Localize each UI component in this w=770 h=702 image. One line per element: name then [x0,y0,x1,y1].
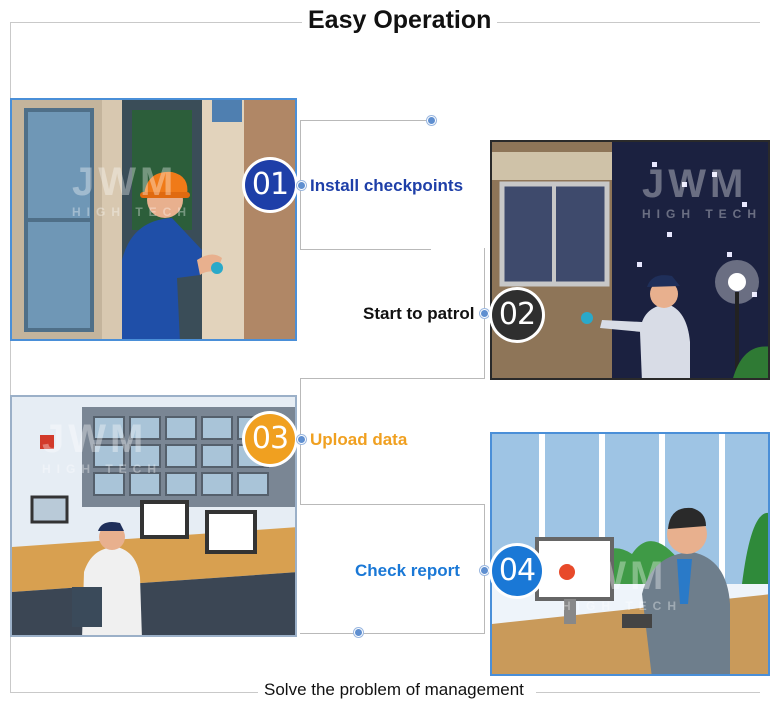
step-dot-04 [480,566,489,575]
step-badge-02: 02 [492,290,542,340]
step-dot-03 [297,435,306,444]
step-badge-01: 01 [245,160,295,210]
footer-caption: Solve the problem of management [258,680,530,700]
step-dot-02 [480,309,489,318]
connector-dot-bottom [354,628,363,637]
frame-bottom-right [536,692,760,693]
illustration-start-patrol: JWM HIGH TECH [490,140,770,380]
frame-top-right [486,22,760,23]
step-label-upload-data: Upload data [310,430,408,449]
connector-dot-top [427,116,436,125]
frame-top-left [10,22,302,23]
frame-bottom-left [10,692,260,693]
step-badge-04: 04 [492,546,542,596]
step-label-check-report: Check report [355,561,460,580]
illustration-install-checkpoints: JWM HIGH TECH [10,98,297,341]
page-title: Easy Operation [302,6,498,35]
step-label-install-checkpoints: Install checkpoints [310,176,464,195]
step-badge-03: 03 [245,414,295,464]
step-dot-01 [297,181,306,190]
step-label-start-patrol: Start to patrol [363,304,475,323]
